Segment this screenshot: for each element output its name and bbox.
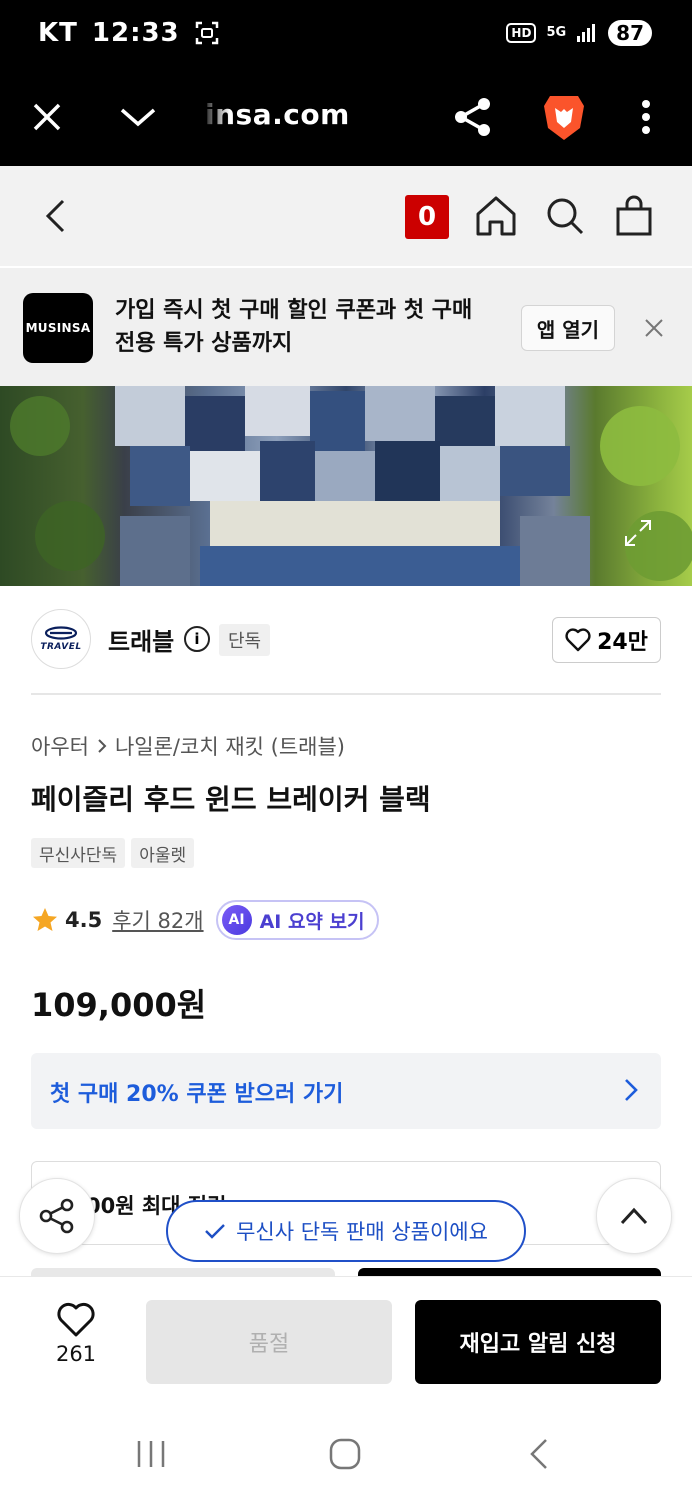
info-icon[interactable]: i — [184, 626, 210, 652]
screenshot-icon — [195, 21, 218, 45]
app-promo-banner: MUSINSA 가입 즉시 첫 구매 할인 쿠폰과 첫 구매 전용 특가 상품까… — [0, 268, 692, 386]
scroll-top-button[interactable] — [596, 1178, 672, 1254]
status-bar: KT 12:33 HD 5G 87 — [0, 0, 692, 70]
site-header — [0, 166, 692, 266]
promo-line-1: 가입 즉시 첫 구매 할인 쿠폰과 첫 구매 — [115, 298, 473, 323]
signal-icon — [577, 24, 596, 42]
wishlist-count: 261 — [55, 1342, 97, 1366]
breadcrumb-category[interactable]: 아우터 — [31, 731, 89, 761]
brand-like-count: 24만 — [597, 630, 648, 655]
rating-row: 4.5 후기 82개 AI AI 요약 보기 — [31, 900, 379, 940]
promo-line-2: 전용 특가 상품까지 — [115, 331, 293, 356]
chevron-right-icon — [625, 1079, 638, 1101]
rating-value: 4.5 — [65, 908, 103, 932]
network-badge: 5G — [546, 25, 567, 40]
check-icon — [205, 1224, 225, 1239]
review-link[interactable]: 후기 82개 — [112, 905, 203, 935]
browser-toolbar: insa.com — [0, 70, 692, 166]
chevron-down-icon[interactable] — [113, 92, 163, 142]
coupon-bar[interactable]: 첫 구매 20% 쿠폰 받으러 가기 — [31, 1053, 661, 1129]
musinsa-logo: MUSINSA — [23, 293, 93, 363]
cart-count-badge[interactable]: 0 — [405, 195, 449, 239]
chevron-up-icon — [620, 1207, 648, 1225]
android-nav-bar — [0, 1406, 692, 1500]
ai-summary-button[interactable]: AI AI 요약 보기 — [215, 900, 379, 940]
product-image[interactable] — [0, 386, 692, 586]
brand-logo-text: TRAVEL — [40, 642, 82, 652]
toast-text: 무신사 단독 판매 상품이에요 — [236, 1220, 488, 1244]
product-tags: 무신사단독 아울렛 — [31, 838, 195, 868]
back-icon[interactable] — [30, 191, 80, 241]
brand-name[interactable]: 트래블 — [108, 622, 174, 657]
ai-icon: AI — [221, 905, 252, 935]
price: 109,000원 — [31, 986, 207, 1024]
chevron-right-icon — [98, 739, 107, 753]
exclusive-tag: 단독 — [219, 624, 271, 656]
close-icon[interactable] — [22, 92, 72, 142]
brand-like-button[interactable]: 24만 — [552, 617, 661, 663]
back-icon[interactable] — [514, 1434, 564, 1474]
share-icon[interactable] — [448, 92, 498, 142]
more-icon[interactable] — [621, 92, 671, 142]
open-app-button[interactable]: 앱 열기 — [521, 305, 615, 351]
heart-icon — [57, 1302, 95, 1337]
bag-icon[interactable] — [609, 191, 659, 241]
hd-badge: HD — [506, 23, 537, 43]
product-title: 페이즐리 후드 윈드 브레이커 블랙 — [31, 783, 431, 816]
star-icon — [33, 908, 57, 931]
ai-summary-label: AI 요약 보기 — [259, 910, 365, 933]
soldout-button: 품절 — [146, 1300, 392, 1384]
divider — [31, 693, 661, 695]
share-button[interactable] — [19, 1178, 95, 1254]
carrier: KT — [38, 18, 78, 48]
exclusive-toast: 무신사 단독 판매 상품이에요 — [166, 1200, 526, 1262]
tag-outlet: 아울렛 — [131, 838, 195, 868]
coupon-text: 첫 구매 20% 쿠폰 받으러 가기 — [50, 1082, 344, 1107]
expand-icon[interactable] — [620, 515, 656, 551]
tag-exclusive: 무신사단독 — [31, 838, 126, 868]
status-right: HD 5G 87 — [506, 20, 652, 46]
heart-icon — [565, 628, 591, 652]
breadcrumb: 아우터 나일론/코치 재킷 (트래블) — [31, 731, 345, 761]
battery-indicator: 87 — [608, 20, 652, 46]
home-icon[interactable] — [471, 191, 521, 241]
share-icon — [39, 1198, 74, 1234]
brave-icon[interactable] — [539, 92, 589, 142]
url-fade — [200, 90, 230, 146]
promo-text: 가입 즉시 첫 구매 할인 쿠폰과 첫 구매 전용 특가 상품까지 — [115, 294, 505, 360]
status-left: KT 12:33 — [38, 18, 220, 48]
search-icon[interactable] — [540, 191, 590, 241]
close-icon[interactable] — [636, 310, 672, 346]
restock-alert-button[interactable]: 재입고 알림 신청 — [415, 1300, 661, 1384]
travel-logo-icon — [44, 626, 78, 640]
breadcrumb-subcategory[interactable]: 나일론/코치 재킷 (트래블) — [115, 731, 345, 761]
clock: 12:33 — [91, 18, 180, 48]
brand-logo[interactable]: TRAVEL — [31, 609, 91, 669]
wishlist-button[interactable]: 261 — [44, 1302, 108, 1366]
home-icon[interactable] — [320, 1434, 370, 1474]
paisley-pattern — [10, 386, 692, 586]
recents-icon[interactable] — [126, 1434, 176, 1474]
